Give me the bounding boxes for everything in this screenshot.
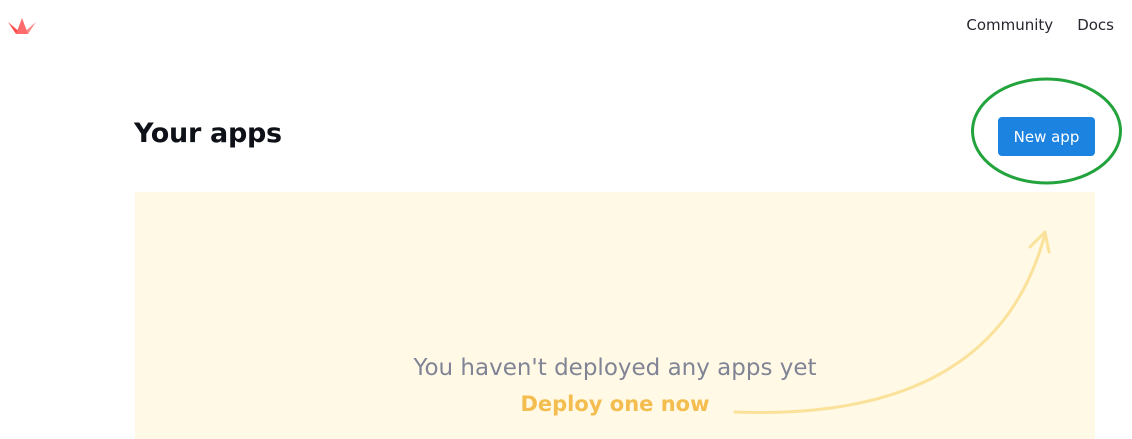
empty-state-panel: You haven't deployed any apps yet Deploy… [135,192,1095,439]
new-app-button[interactable]: New app [998,117,1095,156]
docs-link[interactable]: Docs [1077,16,1114,34]
page-title: Your apps [134,118,282,149]
top-nav: Community Docs [966,16,1114,34]
streamlit-logo-icon[interactable] [6,16,38,36]
empty-state-message: You haven't deployed any apps yet [413,355,817,381]
page: Community Docs Your apps New app You hav… [0,0,1132,439]
deploy-one-now-link: Deploy one now [135,392,1095,416]
deploy-one-now-label[interactable]: Deploy one now [520,392,709,416]
community-link[interactable]: Community [966,16,1053,34]
